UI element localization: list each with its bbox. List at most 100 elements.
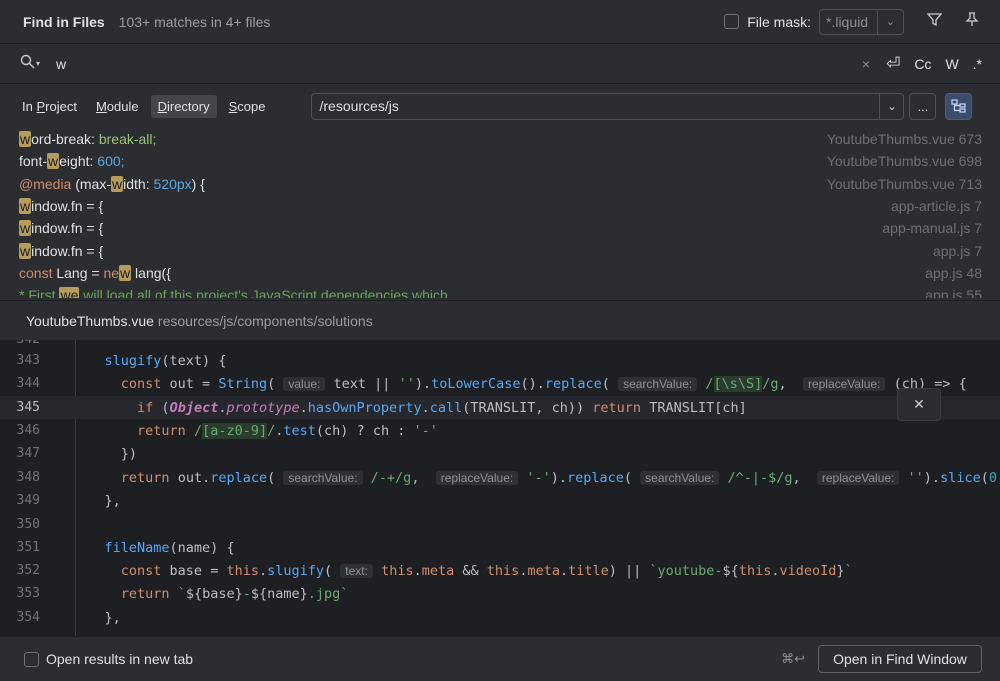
file-mask-checkbox[interactable]	[724, 14, 740, 29]
tab-mnemonic: S	[228, 98, 238, 114]
search-history-icon[interactable]	[20, 54, 35, 73]
preview-file-path: resources/js/components/solutions	[157, 312, 373, 329]
code-text: 600;	[97, 153, 125, 170]
chevron-down-icon[interactable]: ⌄	[879, 93, 903, 119]
list-item[interactable]: word-break: break-all; YoutubeThumbs.vue…	[0, 128, 1000, 150]
tab-mnemonic: D	[157, 98, 167, 114]
open-new-tab-checkbox[interactable]	[24, 651, 39, 667]
result-file: app.js 48	[925, 264, 982, 281]
tab-in-project[interactable]: In Project	[15, 95, 84, 118]
open-in-find-window-button[interactable]: Open in Find Window	[818, 645, 982, 673]
scope-row: In Project Module Directory Scope /resou…	[0, 84, 1000, 128]
code-text: lang({	[131, 264, 171, 281]
file-mask-input[interactable]: *.liquid	[820, 14, 877, 30]
line-number: 343	[16, 353, 40, 369]
result-file: YoutubeThumbs.vue 713	[826, 175, 982, 192]
list-item[interactable]: const Lang = new lang({ app.js 48	[0, 262, 1000, 284]
chevron-down-icon[interactable]: ⌄	[877, 9, 903, 34]
list-item[interactable]: @media (max-width: 520px) { YoutubeThumb…	[0, 173, 1000, 195]
search-history-dropdown-icon[interactable]: ▾	[36, 59, 40, 68]
words-toggle[interactable]: W	[945, 56, 958, 72]
match-case-toggle[interactable]: Cc	[914, 56, 931, 72]
list-item[interactable]: window.fn = { app.js 7	[0, 239, 1000, 261]
code-text: Lang =	[52, 264, 104, 281]
line-number: 347	[16, 446, 40, 462]
code-line: 353 return `${base}-${name}.jpg`	[0, 582, 1000, 605]
parameter-hint: searchValue:	[640, 470, 720, 485]
filter-icon[interactable]	[926, 12, 942, 32]
code-text: return /[a-z0-9]/.test(ch) ? ch : '-'	[137, 422, 438, 439]
tab-label-post: roject	[45, 98, 77, 114]
list-item[interactable]: window.fn = { app-manual.js 7	[0, 217, 1000, 239]
file-mask-label: File mask:	[747, 13, 811, 30]
line-number: 351	[16, 540, 40, 556]
code-text: ord-break:	[31, 131, 99, 148]
tab-scope[interactable]: Scope	[222, 95, 273, 118]
code-text: (max-	[71, 175, 112, 192]
newline-icon[interactable]: ⏎	[886, 54, 900, 74]
line-number: 344	[16, 376, 40, 392]
preview-header: YoutubeThumbs.vue resources/js/component…	[0, 300, 1000, 340]
result-code: window.fn = {	[19, 220, 882, 237]
browse-button[interactable]: ...	[909, 92, 937, 120]
result-code: const Lang = new lang({	[19, 264, 925, 281]
file-mask-combo[interactable]: *.liquid ⌄	[819, 8, 904, 35]
code-text: const out = String( value: text || '').t…	[120, 375, 967, 392]
shortcut-hint: ⌘↩	[781, 651, 805, 666]
code-line: 348 return out.replace( searchValue: /-+…	[0, 466, 1000, 489]
match-highlight: w	[119, 264, 132, 281]
parameter-hint: searchValue:	[618, 376, 698, 391]
code-text: return `${base}-${name}.jpg`	[120, 585, 349, 602]
parameter-hint: text:	[340, 563, 373, 578]
clear-search-icon[interactable]: ×	[862, 56, 870, 72]
directory-combo[interactable]: /resources/js ⌄	[311, 92, 905, 120]
tab-mnemonic: P	[36, 98, 46, 114]
find-header: Find in Files 103+ matches in 4+ files F…	[0, 0, 1000, 44]
tab-label-post: odule	[106, 98, 139, 114]
result-code: @media (max-width: 520px) {	[19, 175, 827, 192]
code-text: indow.fn = {	[31, 220, 104, 237]
open-new-tab-label: Open results in new tab	[46, 651, 194, 667]
list-item[interactable]: font-weight: 600; YoutubeThumbs.vue 698	[0, 150, 1000, 172]
parameter-hint: searchValue:	[283, 470, 363, 485]
parameter-hint: value:	[283, 376, 326, 391]
pin-icon[interactable]	[964, 11, 980, 32]
directory-input[interactable]: /resources/js	[312, 98, 879, 114]
parameter-hint: replaceValue:	[435, 470, 519, 485]
close-icon[interactable]: ✕	[897, 388, 941, 421]
code-text: if (Object.prototype.hasOwnProperty.call…	[137, 399, 747, 416]
code-text: ) {	[191, 175, 205, 192]
code-line: 344 const out = String( value: text || '…	[0, 372, 1000, 395]
result-file: YoutubeThumbs.vue 698	[826, 153, 982, 170]
search-input[interactable]: w	[56, 56, 862, 72]
tab-module[interactable]: Module	[89, 95, 146, 118]
recursive-tree-icon[interactable]	[945, 92, 973, 120]
line-number: 345	[16, 400, 40, 416]
code-text: * First	[19, 287, 60, 298]
preview-file-name: YoutubeThumbs.vue	[26, 312, 154, 329]
list-item[interactable]: * First we will load all of this project…	[0, 284, 1000, 298]
result-file: app-article.js 7	[890, 198, 982, 215]
match-highlight: w	[19, 220, 32, 237]
line-number: 354	[16, 610, 40, 626]
list-item[interactable]: window.fn = { app-article.js 7	[0, 195, 1000, 217]
code-text: ne	[103, 264, 120, 281]
code-line: 345 if (Object.prototype.hasOwnProperty.…	[0, 396, 1000, 420]
dialog-title: Find in Files	[23, 13, 105, 30]
tab-directory[interactable]: Directory	[150, 94, 217, 118]
code-text: fileName(name) {	[104, 539, 235, 556]
result-code: window.fn = {	[19, 242, 933, 259]
code-text: },	[72, 609, 121, 626]
code-text: })	[72, 445, 138, 462]
regex-toggle[interactable]: .*	[973, 56, 982, 72]
parameter-hint: replaceValue:	[816, 470, 900, 485]
code-text: break-all;	[98, 131, 157, 148]
code-line: 346 return /[a-z0-9]/.test(ch) ? ch : '-…	[0, 419, 1000, 442]
file-mask: File mask: *.liquid ⌄	[724, 8, 904, 35]
find-footer: Open results in new tab ⌘↩ Open in Find …	[0, 636, 1000, 681]
code-line: 351 fileName(name) {	[0, 536, 1000, 559]
match-highlight: w	[111, 175, 124, 192]
result-file: app-manual.js 7	[882, 220, 982, 237]
code-preview[interactable]: 342 343 slugify(text) { 344 const out = …	[0, 340, 1000, 636]
results-list: w ord-break: break-all; YoutubeThumbs.vue…	[0, 128, 1000, 298]
